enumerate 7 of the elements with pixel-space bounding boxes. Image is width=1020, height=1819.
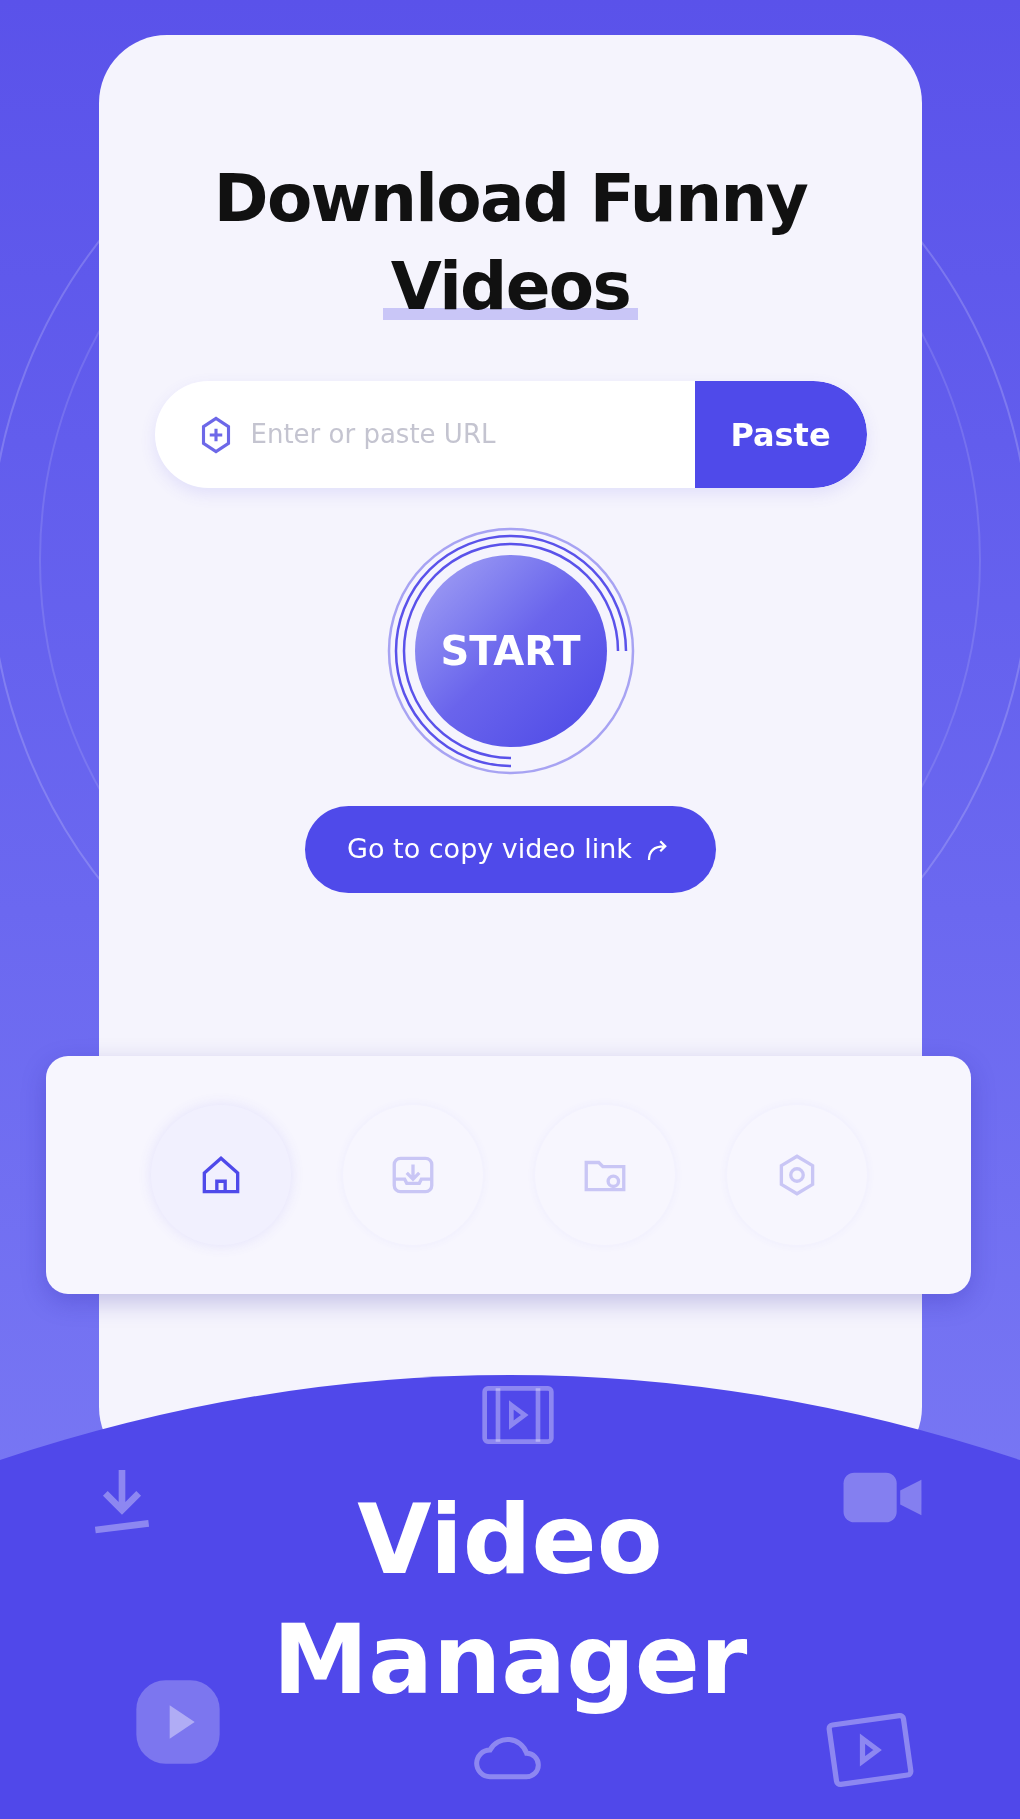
film-icon [825,1710,915,1790]
copy-link-button[interactable]: Go to copy video link [305,806,716,893]
paste-button[interactable]: Paste [694,381,867,488]
screen-title: Download Funny [212,160,809,237]
banner-title: Manager [272,1603,748,1718]
url-field[interactable]: Enter or paste URL Paste [154,381,867,488]
banner-title: Video [357,1483,663,1598]
